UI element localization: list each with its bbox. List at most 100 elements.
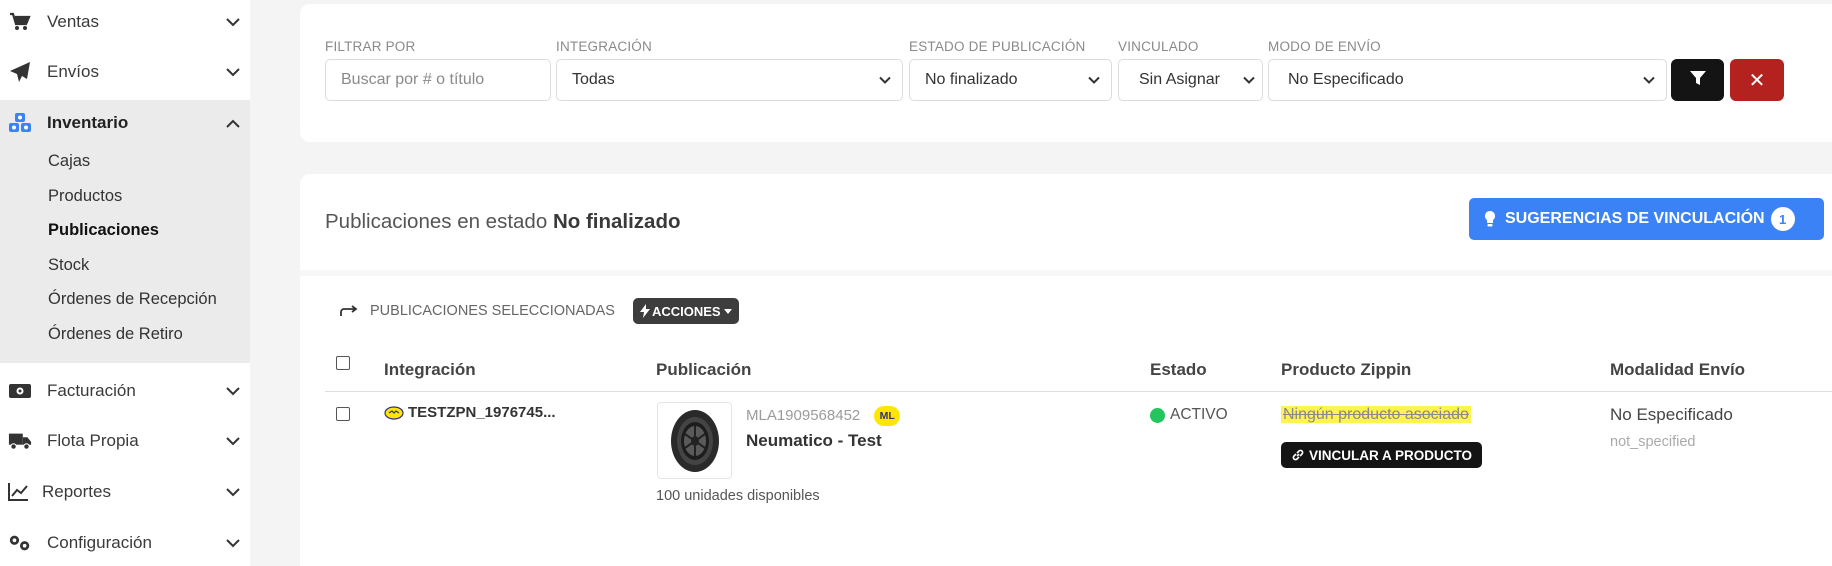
publication-title[interactable]: Neumatico - Test (746, 431, 882, 451)
chevron-up-icon (225, 115, 241, 131)
vinculado-label: VINCULADO (1118, 39, 1199, 54)
status-dot-icon (1150, 407, 1165, 423)
sidebar-item-configuracion[interactable]: Configuración (0, 518, 250, 566)
sidebar-subitem-publicaciones[interactable]: Publicaciones (48, 221, 159, 240)
close-icon: ✕ (1748, 69, 1766, 92)
integration-logo-icon (384, 405, 404, 420)
sidebar-subitem-ordenes-retiro[interactable]: Órdenes de Retiro (48, 325, 183, 344)
cart-icon (8, 10, 32, 34)
clear-filter-button[interactable]: ✕ (1730, 59, 1784, 101)
sidebar-item-envios[interactable]: Envíos (0, 47, 250, 97)
section-divider (300, 270, 1832, 276)
envio-select[interactable]: No Especificado (1268, 59, 1667, 101)
product-thumbnail[interactable] (657, 402, 732, 479)
chevron-down-icon (225, 484, 241, 500)
integracion-select[interactable]: Todas (556, 59, 903, 101)
integration-name[interactable]: TESTZPN_1976745... (408, 404, 556, 421)
sidebar-item-inventario[interactable]: Inventario (0, 98, 250, 148)
bolt-icon (639, 304, 650, 318)
money-bill-icon (8, 379, 32, 403)
integracion-label: INTEGRACIÓN (556, 39, 652, 54)
filter-icon (1689, 69, 1707, 92)
select-value: Sin Asignar (1139, 71, 1220, 88)
no-product-text: Ningún producto asociado (1281, 406, 1471, 423)
column-header-producto-zippin[interactable]: Producto Zippin (1281, 360, 1411, 380)
apply-filter-button[interactable] (1671, 59, 1724, 101)
search-input[interactable]: Buscar por # o título (325, 59, 551, 101)
share-arrow-icon (340, 305, 358, 317)
sidebar-item-facturacion[interactable]: Facturación (0, 366, 250, 416)
link-icon (1291, 448, 1305, 462)
paper-plane-icon (8, 60, 32, 84)
column-header-integracion[interactable]: Integración (384, 360, 476, 380)
sidebar-item-ventas[interactable]: Ventas (0, 0, 250, 47)
sidebar-subitem-productos[interactable]: Productos (48, 187, 122, 206)
chevron-down-icon (225, 433, 241, 449)
filter-panel: FILTRAR POR Buscar por # o título INTEGR… (300, 4, 1832, 142)
title-state: No finalizado (552, 210, 681, 233)
caret-down-icon (723, 308, 732, 314)
publications-panel: Publicaciones en estado No finalizado SU… (300, 174, 1832, 566)
row-integration: TESTZPN_1976745... (384, 404, 556, 421)
select-all-checkbox[interactable] (336, 356, 350, 370)
tire-image (670, 409, 719, 472)
link-suggestions-button[interactable]: SUGERENCIAS DE VINCULACIÓN 1 (1469, 198, 1824, 240)
sidebar-subitem-cajas[interactable]: Cajas (48, 152, 90, 171)
chevron-down-icon (225, 64, 241, 80)
sidebar: Ventas Envíos Inventario Cajas Productos… (0, 0, 250, 566)
available-units: 100 unidades disponibles (656, 488, 820, 504)
link-product-label: VINCULAR A PRODUCTO (1309, 447, 1473, 463)
suggestions-label: SUGERENCIAS DE VINCULACIÓN (1505, 210, 1765, 227)
cubes-icon (8, 111, 32, 135)
select-value: Todas (572, 71, 615, 88)
status-text: ACTIVO (1170, 406, 1228, 423)
sidebar-item-label: Envíos (47, 62, 99, 81)
chevron-down-icon (1087, 73, 1101, 87)
select-value: No finalizado (925, 71, 1018, 88)
selected-publications-label: PUBLICACIONES SELECCIONADAS (370, 303, 615, 319)
column-header-publicacion[interactable]: Publicación (656, 360, 751, 380)
chevron-down-icon (225, 14, 241, 30)
chevron-down-icon (1242, 73, 1256, 87)
bulk-actions-bar: PUBLICACIONES SELECCIONADAS ACCIONES (340, 298, 739, 324)
shipping-mode: No Especificado (1610, 405, 1733, 424)
truck-icon (8, 429, 32, 453)
status-badge: ACTIVO (1150, 406, 1228, 424)
estado-label: ESTADO DE PUBLICACIÓN (909, 39, 1086, 54)
lightbulb-icon (1484, 210, 1496, 228)
select-value: No Especificado (1288, 71, 1404, 88)
sidebar-subitem-stock[interactable]: Stock (48, 256, 89, 275)
title-prefix: Publicaciones en estado (325, 210, 548, 233)
cogs-icon (8, 531, 32, 555)
envio-label: MODO DE ENVÍO (1268, 39, 1381, 54)
actions-dropdown-button[interactable]: ACCIONES (632, 298, 739, 324)
page-title: Publicaciones en estado No finalizado (325, 210, 681, 234)
vinculado-select[interactable]: Sin Asignar (1118, 59, 1263, 101)
filter-label: FILTRAR POR (325, 39, 416, 54)
sidebar-item-label: Reportes (42, 482, 111, 501)
sidebar-item-reportes[interactable]: Reportes (0, 467, 250, 517)
column-header-estado[interactable]: Estado (1150, 360, 1207, 380)
chevron-down-icon (878, 73, 892, 87)
mercadolibre-badge: ML (874, 406, 901, 426)
estado-select[interactable]: No finalizado (909, 59, 1112, 101)
table-header-divider (325, 391, 1832, 392)
publication-id-row: MLA1909568452 ML (746, 406, 901, 426)
sidebar-item-flota-propia[interactable]: Flota Propia (0, 416, 250, 466)
link-product-button[interactable]: VINCULAR A PRODUCTO (1281, 442, 1483, 468)
chevron-down-icon (225, 535, 241, 551)
sidebar-item-label: Ventas (47, 12, 99, 31)
sidebar-item-label: Facturación (47, 381, 136, 400)
shipping-code: not_specified (1610, 434, 1696, 450)
chevron-down-icon (225, 383, 241, 399)
chart-line-icon (6, 480, 30, 504)
sidebar-item-label: Configuración (47, 533, 152, 552)
sidebar-item-label: Inventario (47, 113, 129, 132)
row-checkbox[interactable] (336, 407, 350, 421)
chevron-down-icon (1642, 73, 1656, 87)
sidebar-subitem-ordenes-recepcion[interactable]: Órdenes de Recepción (48, 290, 217, 309)
suggestions-count-badge: 1 (1770, 207, 1795, 231)
publication-id[interactable]: MLA1909568452 (746, 407, 860, 424)
column-header-modalidad-envio[interactable]: Modalidad Envío (1610, 360, 1745, 380)
actions-label: ACCIONES (651, 303, 721, 319)
